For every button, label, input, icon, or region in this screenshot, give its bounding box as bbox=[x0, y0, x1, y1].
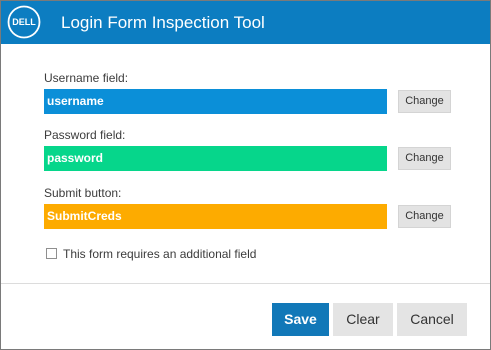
dialog-window: DELL Login Form Inspection Tool Username… bbox=[0, 0, 491, 350]
password-field-label: Password field: bbox=[44, 128, 126, 142]
clear-button[interactable]: Clear bbox=[333, 303, 393, 336]
additional-field-checkbox[interactable] bbox=[46, 248, 57, 259]
submit-button-label: Submit button: bbox=[44, 186, 122, 200]
title-bar: DELL Login Form Inspection Tool bbox=[1, 1, 490, 44]
password-field-value: password bbox=[44, 146, 387, 171]
submit-change-button[interactable]: Change bbox=[398, 205, 451, 228]
window-title: Login Form Inspection Tool bbox=[61, 13, 265, 32]
password-change-button[interactable]: Change bbox=[398, 147, 451, 170]
dell-logo-text: DELL bbox=[12, 17, 36, 27]
cancel-button[interactable]: Cancel bbox=[397, 303, 467, 336]
save-button[interactable]: Save bbox=[272, 303, 329, 336]
dell-logo-icon: DELL bbox=[7, 5, 41, 39]
username-field-value: username bbox=[44, 89, 387, 114]
username-change-button[interactable]: Change bbox=[398, 90, 451, 113]
footer-divider bbox=[1, 283, 490, 284]
submit-button-value: SubmitCreds bbox=[44, 204, 387, 229]
username-field-label: Username field: bbox=[44, 71, 129, 85]
additional-field-label: This form requires an additional field bbox=[63, 247, 257, 261]
